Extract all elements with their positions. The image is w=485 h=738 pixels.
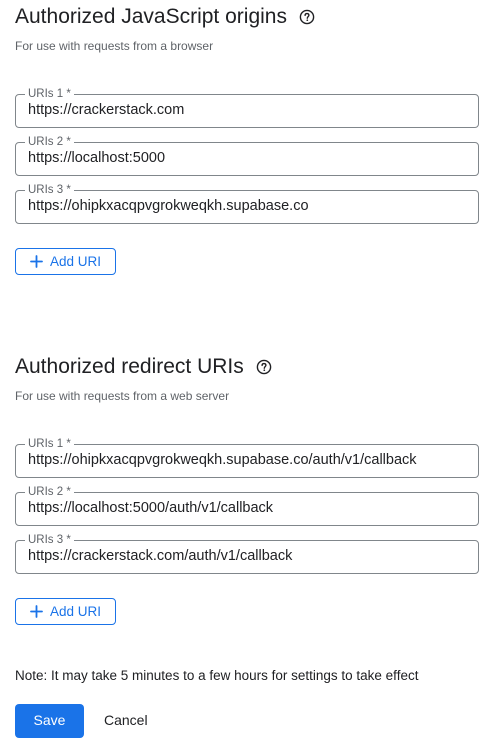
field-label: URIs 1 * (25, 87, 74, 101)
redirect-uri-field-1[interactable]: URIs 1 * (15, 437, 479, 478)
field-label: URIs 1 * (25, 437, 74, 451)
plus-icon (30, 605, 43, 618)
js-origins-title: Authorized JavaScript origins (15, 5, 287, 28)
add-uri-label: Add URI (49, 604, 102, 619)
redirect-uri-input-1[interactable] (28, 452, 468, 468)
field-label: URIs 2 * (25, 135, 74, 149)
redirect-uris-section: Authorized redirect URIs For use with re… (15, 352, 479, 625)
redirect-uri-field-2[interactable]: URIs 2 * (15, 485, 479, 526)
field-label: URIs 2 * (25, 485, 74, 499)
add-uri-label: Add URI (49, 254, 102, 269)
js-origin-uri-input-3[interactable] (28, 198, 468, 214)
add-js-origin-uri-button[interactable]: Add URI (15, 248, 116, 275)
redirect-uris-title: Authorized redirect URIs (15, 355, 244, 378)
field-label: URIs 3 * (25, 533, 74, 547)
help-icon[interactable] (299, 9, 315, 25)
redirect-uri-input-2[interactable] (28, 500, 468, 516)
redirect-uris-subtitle: For use with requests from a web server (15, 389, 230, 403)
field-label: URIs 3 * (25, 183, 74, 197)
settings-note: Note: It may take 5 minutes to a few hou… (15, 668, 419, 683)
redirect-uri-field-3[interactable]: URIs 3 * (15, 533, 479, 574)
js-origin-uri-input-1[interactable] (28, 102, 468, 118)
js-origin-uri-input-2[interactable] (28, 150, 468, 166)
redirect-uris-header: Authorized redirect URIs (15, 352, 479, 382)
cancel-button[interactable]: Cancel (104, 712, 148, 728)
js-origins-section: Authorized JavaScript origins For use wi… (15, 2, 479, 275)
js-origin-uri-field-1[interactable]: URIs 1 * (15, 87, 479, 128)
plus-icon (30, 255, 43, 268)
js-origin-uri-field-3[interactable]: URIs 3 * (15, 183, 479, 224)
save-button[interactable]: Save (15, 704, 84, 738)
js-origins-header: Authorized JavaScript origins (15, 2, 479, 32)
js-origin-uri-field-2[interactable]: URIs 2 * (15, 135, 479, 176)
redirect-uri-input-3[interactable] (28, 548, 468, 564)
help-icon[interactable] (256, 359, 272, 375)
js-origins-subtitle: For use with requests from a browser (15, 39, 214, 53)
add-redirect-uri-button[interactable]: Add URI (15, 598, 116, 625)
